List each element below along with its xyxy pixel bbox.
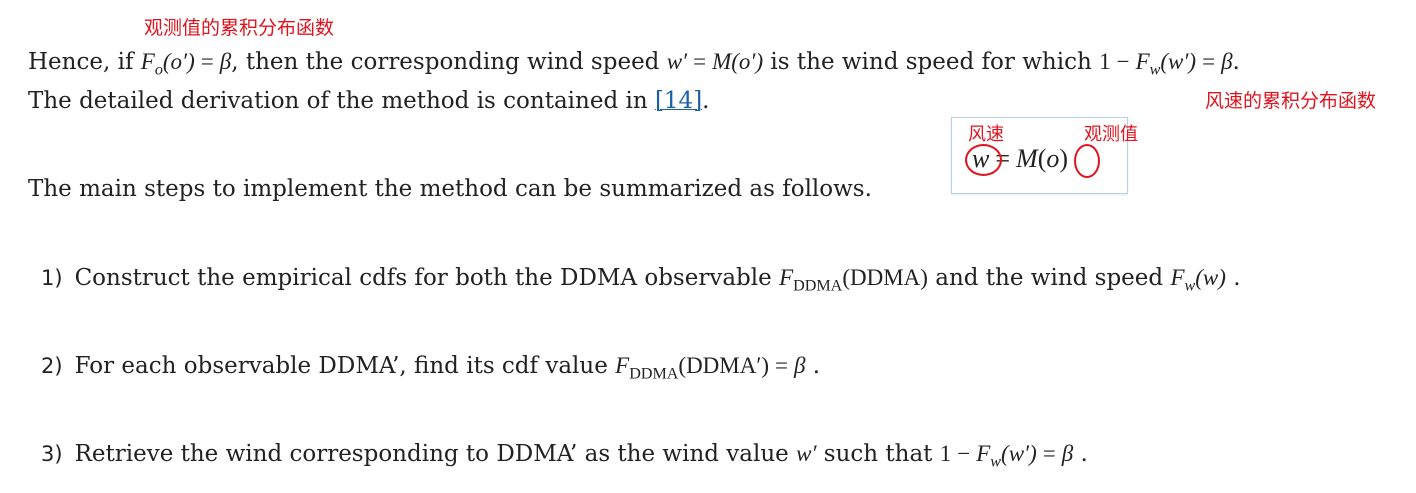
paragraph-1-line-1: Hence, if Fo(o′) = β, then the correspondi… — [28, 49, 1240, 79]
highlight-circle-o — [1074, 144, 1100, 178]
math-cdf-wind-equation: 1− Fw(w′) = β — [1099, 49, 1233, 79]
math-F-ddma: FDDMA(DDMA) — [779, 265, 928, 295]
paragraph-2: The main steps to implement the method c… — [28, 176, 872, 202]
annotation-wind-speed: 风速 — [968, 124, 1004, 145]
annotation-formula-box: 风速 观测值 w = M(o) — [951, 117, 1138, 194]
math-F-o: Fo(o′) = β — [140, 49, 232, 79]
paragraph-1-line-2: The detailed derivation of the method is… — [28, 88, 710, 114]
step-3: 3) Retrieve the wind corresponding to DDM… — [41, 441, 1088, 471]
annotation-observed-cdf: 观测值的累积分布函数 — [144, 17, 335, 39]
step-1: 1) Construct the empirical cdfs for both … — [41, 265, 1241, 295]
annotation-observed-value: 观测值 — [1084, 124, 1138, 145]
math-w-prime: w′ — [796, 441, 817, 466]
math-w-prime-eq-M: w′ = M(o′) — [666, 49, 764, 74]
step-2: 2) For each observable DDMA’, find its cd… — [41, 353, 821, 383]
annotation-wind-cdf: 风速的累积分布函数 — [1205, 90, 1377, 112]
math-cdf-wind-equation-step3: 1− Fw(w′) = β — [939, 441, 1074, 471]
citation-link[interactable]: [14] — [655, 88, 702, 114]
highlight-circle-w — [965, 144, 1002, 176]
math-F-ddma-prime: FDDMA(DDMA′) = β — [615, 353, 806, 383]
math-F-w: Fw(w) — [1170, 265, 1226, 295]
